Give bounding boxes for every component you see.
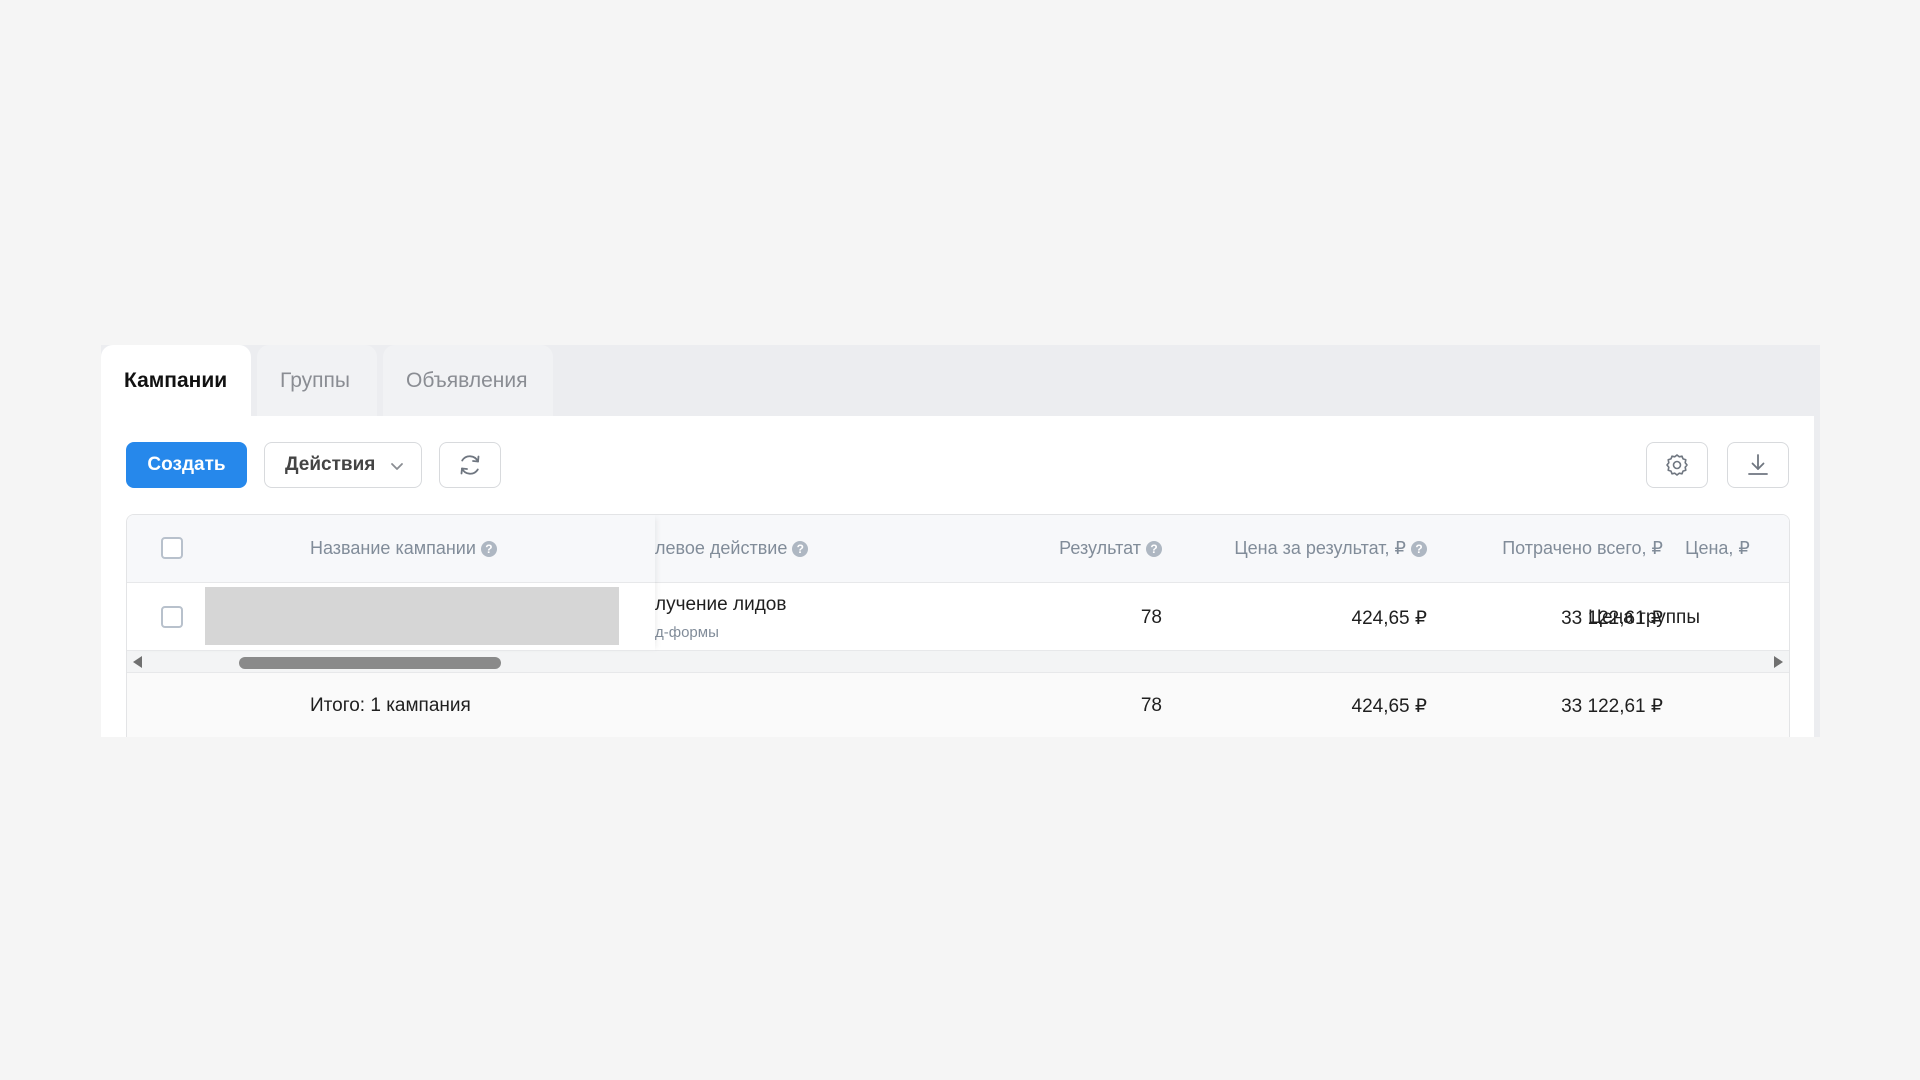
settings-button[interactable] [1646, 442, 1708, 488]
select-all-checkbox[interactable] [161, 537, 183, 559]
totals-label: Итого: 1 кампания [310, 695, 471, 716]
actions-dropdown-label: Действия [285, 454, 376, 475]
help-icon[interactable]: ? [1411, 540, 1427, 557]
column-header-spent-total-label: Потрачено всего, ₽ [1502, 538, 1663, 558]
column-header-price-per-result[interactable]: Цена за результат, ₽ ? [1162, 538, 1427, 559]
totals-price-per-result: 424,65 ₽ [1351, 696, 1427, 717]
price-per-result-value: 424,65 ₽ [1351, 608, 1427, 629]
refresh-icon [460, 455, 480, 475]
column-header-price-per-result-label: Цена за результат, ₽ [1234, 538, 1406, 558]
goal-title: лучение лидов [655, 594, 787, 615]
column-header-goal[interactable]: левое действие ? [655, 538, 809, 559]
chevron-down-icon [391, 463, 403, 470]
column-header-name[interactable]: Название кампании ? [310, 538, 497, 559]
actions-dropdown[interactable]: Действия [264, 442, 422, 488]
tab-content: Создать Действия левое действие ? Резуль… [101, 416, 1814, 737]
column-header-spent-total[interactable]: Потрачено всего, ₽ [1427, 538, 1663, 559]
tab-bar: Кампании Группы Объявления [101, 345, 559, 416]
toolbar: Создать Действия [126, 442, 1789, 488]
download-button[interactable] [1727, 442, 1789, 488]
help-icon[interactable]: ? [792, 540, 809, 557]
column-header-goal-label: левое действие [655, 538, 788, 558]
horizontal-scrollbar[interactable] [127, 651, 1789, 673]
totals-row: Итого: 1 кампания 78 424,65 ₽ 33 122,61 … [127, 673, 1789, 737]
download-icon [1748, 454, 1768, 475]
tab-campaigns[interactable]: Кампании [101, 345, 251, 416]
totals-result: 78 [1140, 695, 1162, 716]
price-value: Цена группы [1588, 607, 1700, 628]
scrollbar-thumb[interactable] [239, 657, 501, 669]
column-header-result[interactable]: Результат ? [887, 538, 1162, 559]
campaign-name-redacted[interactable] [205, 587, 619, 645]
frozen-header: Название кампании ? [127, 515, 655, 583]
scroll-left-arrow[interactable] [133, 656, 142, 668]
help-icon[interactable]: ? [480, 540, 497, 557]
tab-groups[interactable]: Группы [257, 345, 377, 416]
column-header-price-label: Цена, ₽ [1685, 538, 1750, 558]
frozen-row [127, 583, 655, 651]
campaigns-table: левое действие ? Результат ? Цена за рез… [126, 514, 1790, 737]
campaigns-panel: Кампании Группы Объявления Создать Дейст… [101, 345, 1820, 737]
tab-ads[interactable]: Объявления [383, 345, 553, 416]
help-icon[interactable]: ? [1146, 540, 1162, 557]
column-header-price[interactable]: Цена, ₽ [1644, 538, 1789, 559]
row-checkbox[interactable] [161, 606, 183, 628]
totals-spent-total: 33 122,61 ₽ [1561, 696, 1663, 717]
create-button[interactable]: Создать [126, 442, 247, 488]
result-value: 78 [1140, 607, 1162, 628]
scroll-right-arrow[interactable] [1774, 656, 1783, 668]
frozen-column: Название кампании ? [127, 515, 655, 651]
gear-icon [1666, 454, 1688, 476]
column-header-result-label: Результат [1059, 538, 1141, 558]
refresh-button[interactable] [439, 442, 501, 488]
goal-subtitle: д-формы [655, 624, 719, 641]
column-header-name-label: Название кампании [310, 538, 476, 558]
